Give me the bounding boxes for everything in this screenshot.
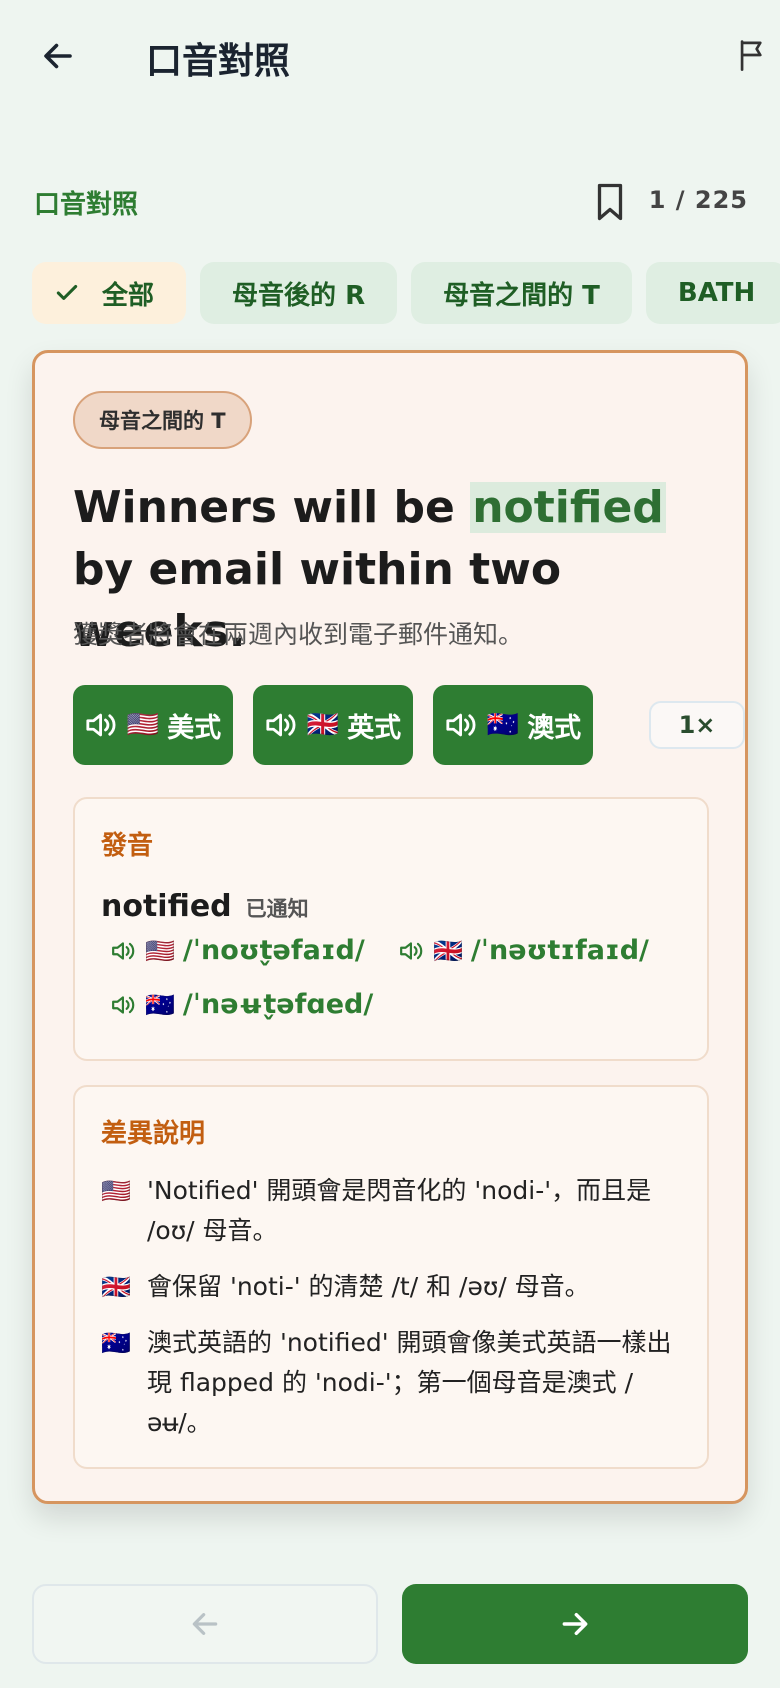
us-flag-icon: 🇺🇸 <box>101 1177 131 1205</box>
check-icon <box>54 280 80 306</box>
us-flag-icon: 🇺🇸 <box>126 710 160 740</box>
chip-t-between-vowels[interactable]: 母音之間的 T <box>411 262 632 324</box>
ipa-us[interactable]: 🇺🇸 /ˈnoʊt̬əfaɪd/ <box>111 935 365 966</box>
note-text: 會保留 'noti-' 的清楚 /t/ 和 /əʊ/ 母音。 <box>147 1272 590 1301</box>
pronunciation-title: 發音 <box>101 831 154 861</box>
target-word-translation: 已通知 <box>245 897 309 921</box>
play-uk-button[interactable]: 🇬🇧 英式 <box>253 685 413 765</box>
speaker-icon <box>112 995 135 1014</box>
speaker-icon <box>400 941 423 960</box>
uk-flag-icon: 🇬🇧 <box>101 1273 131 1301</box>
ipa-uk[interactable]: 🇬🇧 /ˈnəʊtɪfaɪd/ <box>399 935 649 966</box>
next-button[interactable] <box>402 1584 748 1664</box>
card-counter: 1 / 225 <box>648 186 748 214</box>
arrow-left-icon <box>192 1613 218 1635</box>
ipa-text: /ˈnəʊtɪfaɪd/ <box>470 935 649 966</box>
chip-label: BATH <box>677 278 756 308</box>
section-title: 口音對照 <box>34 190 139 220</box>
word-line: notified 已通知 <box>101 889 309 924</box>
page-title: 口音對照 <box>146 41 291 82</box>
sentence-translation: 獲獎者將會在兩週內收到電子郵件通知。 <box>73 620 524 649</box>
audio-label: 澳式 <box>527 712 582 744</box>
chip-bath[interactable]: BATH <box>645 262 780 324</box>
difference-note-us: 🇺🇸 'Notified' 開頭會是閃音化的 'nodi-'，而且是 /oʊ/ … <box>101 1171 691 1251</box>
ipa-text: /ˈnəʉt̬əfɑed/ <box>182 989 374 1020</box>
playback-speed-button[interactable]: 1× <box>649 701 745 749</box>
arrow-left-icon <box>44 43 72 69</box>
sentence-card: 母音之間的 T Winners will be notified by emai… <box>32 350 748 1504</box>
chip-label: 母音之間的 T <box>443 280 600 311</box>
au-flag-icon: 🇦🇺 <box>486 710 520 740</box>
differences-panel: 差異說明 🇺🇸 'Notified' 開頭會是閃音化的 'nodi-'，而且是 … <box>73 1085 709 1469</box>
target-word: notified <box>101 889 232 924</box>
audio-label: 美式 <box>167 712 222 744</box>
us-flag-icon: 🇺🇸 <box>145 936 175 965</box>
difference-note-uk: 🇬🇧 會保留 'noti-' 的清楚 /t/ 和 /əʊ/ 母音。 <box>101 1267 691 1307</box>
uk-flag-icon: 🇬🇧 <box>306 710 340 740</box>
chip-label: 全部 <box>102 280 155 311</box>
flag-icon <box>740 40 762 71</box>
note-text: 澳式英語的 'notified' 開頭會像美式英語一樣出現 flapped 的 … <box>147 1328 672 1437</box>
speaker-icon <box>112 941 135 960</box>
highlighted-word[interactable]: notified <box>470 482 666 533</box>
speaker-icon <box>266 713 296 737</box>
ipa-au[interactable]: 🇦🇺 /ˈnəʉt̬əfɑed/ <box>111 989 373 1020</box>
sentence-part: Winners will be <box>73 482 471 533</box>
chip-label: 母音後的 R <box>232 280 366 311</box>
section-header: 口音對照 1 / 225 <box>34 176 748 228</box>
arrow-right-icon <box>562 1612 588 1636</box>
speaker-icon <box>86 713 116 737</box>
category-tag: 母音之間的 T <box>73 391 252 449</box>
uk-flag-icon: 🇬🇧 <box>433 936 463 965</box>
play-au-button[interactable]: 🇦🇺 澳式 <box>433 685 593 765</box>
speaker-icon <box>446 713 476 737</box>
audio-controls: 🇺🇸 美式 🇬🇧 英式 🇦🇺 澳式 1× <box>73 685 745 767</box>
top-app-bar: 口音對照 <box>0 0 780 112</box>
bookmark-icon <box>597 183 623 221</box>
note-text: 'Notified' 開頭會是閃音化的 'nodi-'，而且是 /oʊ/ 母音。 <box>147 1176 652 1245</box>
difference-note-au: 🇦🇺 澳式英語的 'notified' 開頭會像美式英語一樣出現 flapped… <box>101 1323 691 1443</box>
differences-title: 差異說明 <box>101 1119 206 1149</box>
chip-r-after-vowel[interactable]: 母音後的 R <box>200 262 398 324</box>
back-button[interactable] <box>32 30 84 82</box>
au-flag-icon: 🇦🇺 <box>145 990 175 1019</box>
chip-all[interactable]: 全部 <box>32 262 187 324</box>
filter-chips: 全部 母音後的 R 母音之間的 T BATH <box>32 262 780 326</box>
pronunciation-panel: 發音 notified 已通知 🇺🇸 /ˈnoʊt̬əfaɪd/ 🇬🇧 /ˈnəʊ… <box>73 797 709 1061</box>
ipa-text: /ˈnoʊt̬əfaɪd/ <box>182 935 365 966</box>
play-us-button[interactable]: 🇺🇸 美式 <box>73 685 233 765</box>
previous-button[interactable] <box>32 1584 378 1664</box>
report-button[interactable] <box>738 38 772 76</box>
bookmark-button[interactable] <box>590 180 630 224</box>
audio-label: 英式 <box>347 712 402 744</box>
au-flag-icon: 🇦🇺 <box>101 1329 131 1357</box>
